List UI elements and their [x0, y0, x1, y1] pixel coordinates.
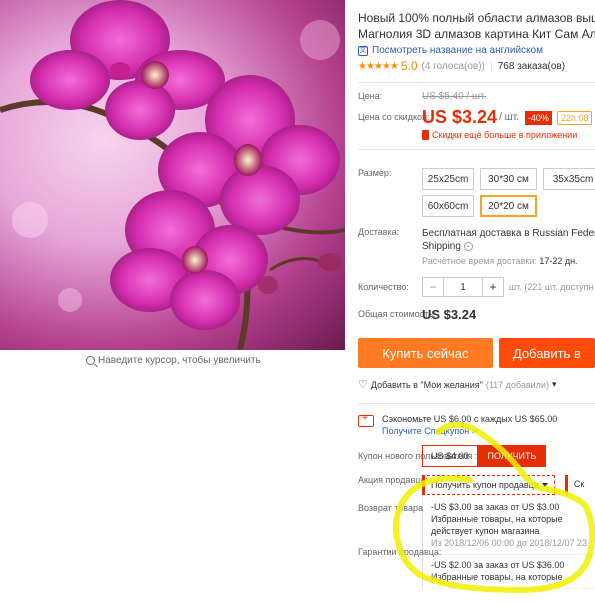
- chevron-down-icon: [541, 483, 548, 487]
- divider: [358, 82, 595, 83]
- rating-row: ★★★★★ 5.0 (4 голоса(ов)) | 768 заказа(ов…: [358, 59, 595, 73]
- quantity-minus-button[interactable]: −: [423, 278, 443, 296]
- coupon-icon: [358, 413, 374, 427]
- rating-stars-icon: ★★★★★: [358, 60, 399, 72]
- quantity-stepper: − 1 +: [422, 277, 504, 297]
- get-seller-coupon-button[interactable]: Получить купон продавца: [422, 475, 555, 495]
- countdown-timer: 22h:08: [556, 110, 593, 125]
- size-label: Размер:: [358, 168, 392, 178]
- magnifier-icon: [86, 356, 95, 365]
- shipping-method[interactable]: Бесплатная доставка в Russian Feder Ship…: [422, 227, 595, 253]
- coupon-option[interactable]: -US $3.00 за заказ от US $3.00 Избранные…: [431, 497, 595, 555]
- wishlist-label: Добавить в "Мои желания": [370, 379, 483, 390]
- zoom-hint: Наведите курсор, чтобы увеличить: [86, 355, 261, 366]
- divider: [358, 149, 595, 150]
- shipping-line1: Бесплатная доставка в Russian Feder: [422, 228, 595, 239]
- divider: |: [489, 60, 493, 72]
- old-price: US $5.40 / шт.: [422, 91, 487, 102]
- size-option-selected[interactable]: 20*20 см: [480, 195, 537, 217]
- coupon-option[interactable]: -US $2.00 за заказ от US $36.00 Избранны…: [431, 555, 595, 589]
- sale-price-row: Цена со скидкой: US $3.24 / шт. -40% 22h…: [358, 107, 595, 128]
- get-seller-coupon-label: Получить купон продавца: [431, 480, 539, 490]
- quantity-label: Количество:: [358, 281, 409, 292]
- coupon-desc: действует купон магазина: [431, 526, 540, 536]
- votes-count[interactable]: (4 голоса(ов)): [422, 61, 485, 72]
- quantity-row: Количество: − 1 + шт. (221 шт. доступн: [358, 277, 595, 297]
- new-user-coupon-row: Купон нового пользователя : US $4.00 ПОЛ…: [358, 445, 595, 467]
- buy-now-button[interactable]: Купить сейчас: [358, 338, 493, 368]
- app-discount-link[interactable]: Скидки ещё больше в приложении: [422, 130, 595, 140]
- coupon-desc: Избранные товары, на которые: [431, 514, 563, 524]
- wishlist-count: (117 добавили): [485, 379, 549, 390]
- quantity-plus-button[interactable]: +: [483, 278, 503, 296]
- total-row: Общая стоимость: US $3.24: [358, 307, 595, 322]
- product-title-line1: Новый 100% полный области алмазов выш: [358, 11, 595, 25]
- translate-title-link[interactable]: 文 Посмотреть название на английском: [358, 45, 595, 56]
- coupon-amount: -US $3.00 за заказ от US $3.00: [431, 502, 560, 512]
- size-option[interactable]: 25x25cm: [422, 168, 474, 190]
- delivery-time-label: Расчётное время доставки:: [422, 256, 537, 266]
- get-new-user-coupon-button[interactable]: ПОЛУЧИТЬ: [477, 445, 547, 467]
- get-special-coupon-link[interactable]: Получите Спецкупон >: [382, 426, 557, 436]
- delivery-time-value: 17-22 дн.: [539, 256, 578, 266]
- delivery-time: Расчётное время доставки: 17-22 дн.: [422, 256, 595, 266]
- quantity-input[interactable]: 1: [443, 278, 483, 296]
- action-buttons: Купить сейчас Добавить в: [358, 338, 595, 368]
- size-row: Размер: 25x25cm 30*30 см 35x35cm 60x60cm…: [358, 168, 595, 217]
- coupon-amount: -US $2.00 за заказ от US $36.00: [431, 560, 565, 570]
- shipping-label: Доставка:: [358, 227, 400, 237]
- total-value: US $3.24: [422, 307, 477, 322]
- size-option[interactable]: 30*30 см: [480, 168, 537, 190]
- new-user-label: Купон нового пользователя :: [358, 450, 478, 461]
- product-title-line2: Магнолия 3D алмазов картина Кит Сам Алм: [358, 27, 595, 41]
- product-image[interactable]: [0, 0, 345, 350]
- seller-promo-label: Акция продавца:: [358, 475, 428, 485]
- coupon-section: Сэкономьте US $6.00 с каждых US $65.00 П…: [358, 403, 595, 589]
- chevron-down-icon[interactable]: ▾: [552, 379, 557, 390]
- translate-icon: 文: [358, 45, 368, 56]
- shipping-row: Доставка: Бесплатная доставка в Russian …: [358, 227, 595, 266]
- size-option[interactable]: 60x60cm: [422, 195, 474, 217]
- sale-price-label: Цена со скидкой:: [358, 112, 430, 122]
- guarantee-label: Гарантии продавца:: [358, 547, 442, 557]
- save-text: Сэкономьте US $6.00 с каждых US $65.00: [382, 414, 558, 424]
- phone-icon: [422, 130, 429, 140]
- translate-link-text: Посмотреть название на английском: [372, 45, 543, 56]
- per-unit: / шт.: [499, 112, 519, 123]
- app-discount-text: Скидки ещё больше в приложении: [432, 130, 578, 140]
- zoom-hint-text: Наведите курсор, чтобы увеличить: [98, 355, 261, 366]
- product-title: Новый 100% полный области алмазов выш Ма…: [358, 10, 595, 42]
- seller-coupon-list: -US $3.00 за заказ от US $3.00 Избранные…: [422, 497, 595, 589]
- chevron-down-icon[interactable]: ⌄: [463, 241, 473, 251]
- shipping-line2: Shipping: [422, 241, 461, 252]
- seller-coupon-button-2[interactable]: Ск: [564, 475, 590, 493]
- product-details: Новый 100% полный области алмазов выш Ма…: [358, 0, 595, 604]
- orders-count: 768 заказа(ов): [497, 60, 566, 72]
- add-to-cart-button[interactable]: Добавить в: [498, 338, 595, 368]
- discount-badge: -40%: [524, 110, 552, 125]
- rating-value[interactable]: 5.0: [401, 59, 418, 73]
- coupon-dates: Из 2018/12/06 00:00 до 2018/12/07 23: [431, 538, 587, 548]
- return-label: Возврат товара: [358, 503, 423, 513]
- save-coupon-row: Сэкономьте US $6.00 с каждых US $65.00 П…: [358, 413, 595, 436]
- coupon-desc: Избранные товары, на которые: [431, 572, 563, 582]
- total-label: Общая стоимость:: [358, 309, 436, 319]
- new-user-coupon-value: US $4.00: [422, 445, 478, 467]
- size-option[interactable]: 35x35cm: [543, 168, 595, 190]
- sale-price: US $3.24: [422, 107, 498, 127]
- orchid-photo: [0, 0, 345, 350]
- price-row: Цена: US $5.40 / шт.: [358, 91, 595, 102]
- price-label: Цена:: [358, 91, 383, 101]
- seller-promo-row: Акция продавца: Получить купон продавца …: [358, 475, 595, 495]
- quantity-available: шт. (221 шт. доступн: [509, 282, 594, 292]
- size-options: 25x25cm 30*30 см 35x35cm 60x60cm 20*20 с…: [422, 168, 595, 217]
- wishlist-row[interactable]: ♡ Добавить в "Мои желания" (117 добавили…: [358, 378, 595, 391]
- heart-icon: ♡: [358, 379, 368, 391]
